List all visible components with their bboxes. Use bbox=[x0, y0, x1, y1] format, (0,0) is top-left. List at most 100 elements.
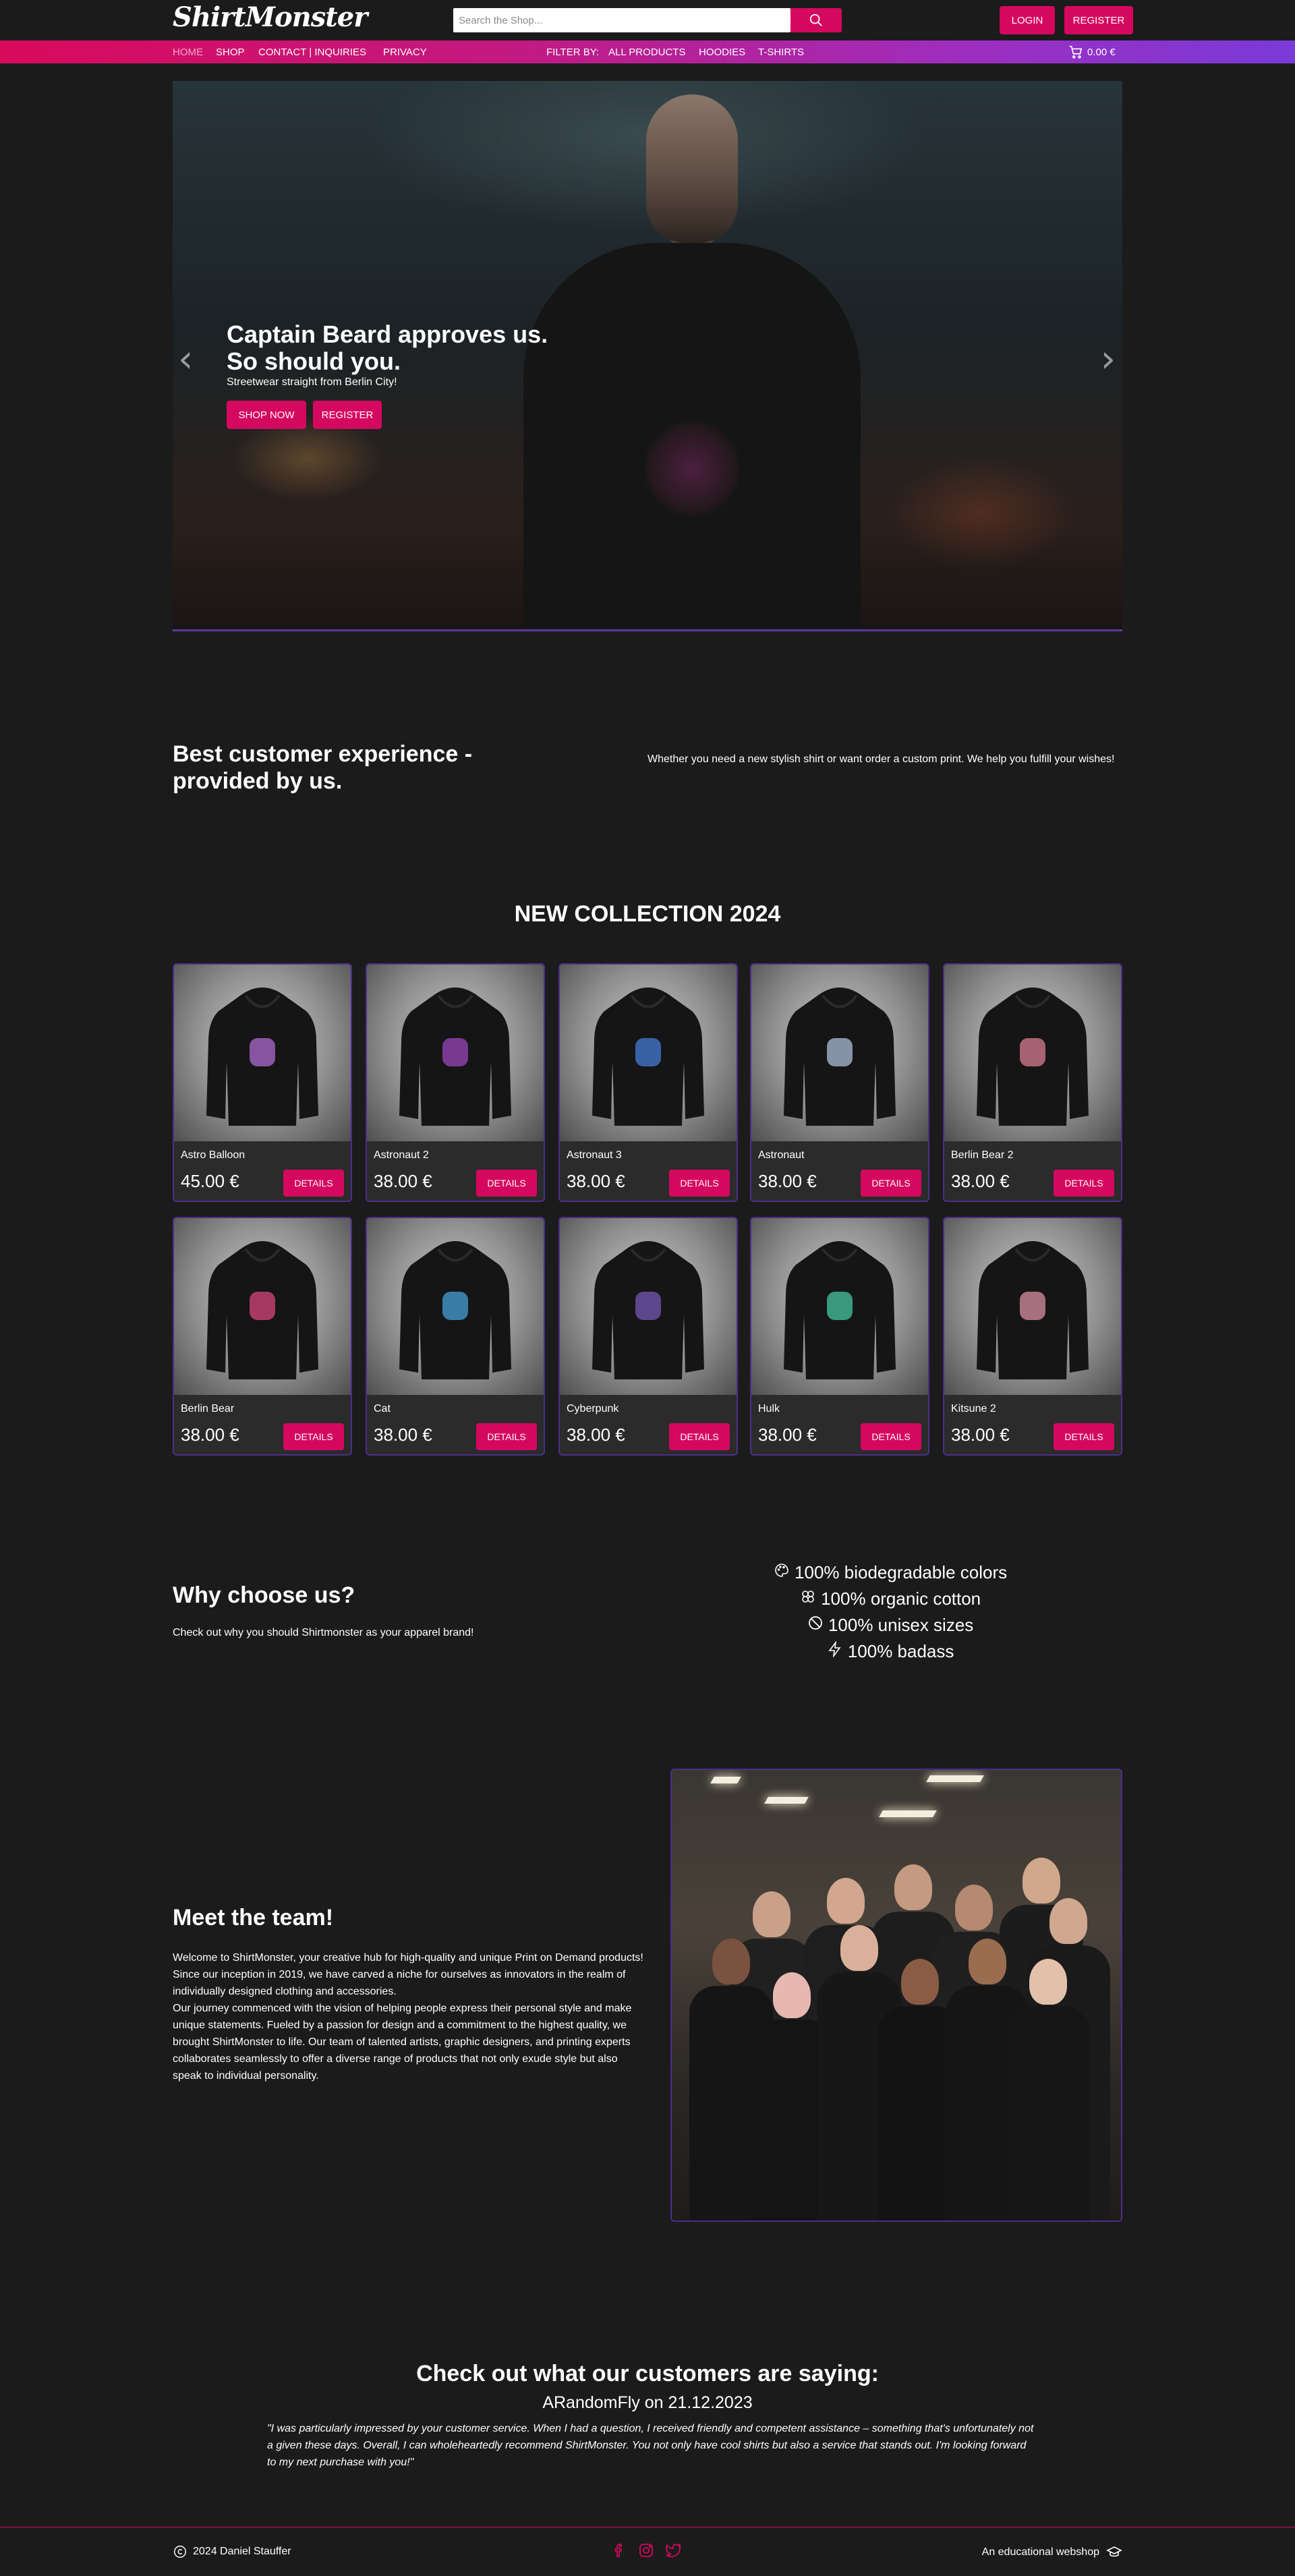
team-member bbox=[712, 1939, 750, 1984]
filter-tshirts[interactable]: T-SHIRTS bbox=[758, 47, 804, 58]
product-name[interactable]: Astronaut bbox=[758, 1149, 804, 1162]
palette-icon bbox=[775, 1564, 788, 1577]
hero-carousel: ‹ › Captain Beard approves us. So should… bbox=[173, 81, 1122, 631]
details-button[interactable]: DETAILS bbox=[861, 1170, 921, 1197]
product-price: 38.00 € bbox=[567, 1425, 625, 1445]
review-author: ARandomFly on 21.12.2023 bbox=[542, 2393, 753, 2412]
search-button[interactable] bbox=[790, 8, 842, 32]
hoodie-image bbox=[977, 1241, 1089, 1379]
product-price: 38.00 € bbox=[567, 1171, 625, 1191]
product-name[interactable]: Astronaut 2 bbox=[374, 1149, 429, 1162]
details-button[interactable]: DETAILS bbox=[283, 1423, 344, 1450]
product-card[interactable]: Astronaut 3 38.00 € DETAILS bbox=[558, 963, 738, 1202]
product-name[interactable]: Berlin Bear bbox=[181, 1403, 234, 1415]
product-card[interactable]: Astro Balloon 45.00 € DETAILS bbox=[173, 963, 352, 1202]
product-card[interactable]: Astronaut 38.00 € DETAILS bbox=[750, 963, 929, 1202]
filter-hoodies[interactable]: HOODIES bbox=[699, 47, 745, 58]
nav-contact[interactable]: CONTACT | INQUIRIES bbox=[258, 47, 366, 58]
hoodie-print bbox=[250, 1038, 275, 1066]
product-image[interactable] bbox=[751, 1218, 928, 1395]
product-price: 38.00 € bbox=[758, 1425, 817, 1445]
team-member bbox=[840, 1925, 878, 1971]
product-name[interactable]: Kitsune 2 bbox=[951, 1403, 996, 1415]
hoodie-image bbox=[399, 988, 511, 1126]
team-paragraph-2: Our journey commenced with the vision of… bbox=[173, 2003, 632, 2082]
details-button[interactable]: DETAILS bbox=[669, 1423, 730, 1450]
team-photo bbox=[670, 1769, 1122, 2222]
product-name[interactable]: Astro Balloon bbox=[181, 1149, 245, 1162]
team-member bbox=[1029, 1959, 1067, 2005]
hoodie-print bbox=[1020, 1292, 1045, 1320]
hero-subtitle: Streetwear straight from Berlin City! bbox=[227, 376, 397, 388]
product-price: 45.00 € bbox=[181, 1171, 239, 1191]
product-card[interactable]: Kitsune 2 38.00 € DETAILS bbox=[943, 1217, 1122, 1456]
product-image[interactable] bbox=[174, 965, 351, 1141]
product-card[interactable]: Astronaut 2 38.00 € DETAILS bbox=[366, 963, 545, 1202]
filter-label: FILTER BY: bbox=[546, 47, 600, 58]
team-member bbox=[955, 1885, 993, 1930]
product-card[interactable]: Hulk 38.00 € DETAILS bbox=[750, 1217, 929, 1456]
hoodie-image bbox=[206, 988, 318, 1126]
details-button[interactable]: DETAILS bbox=[669, 1170, 730, 1197]
product-name[interactable]: Cat bbox=[374, 1403, 391, 1415]
collection-title: NEW COLLECTION 2024 bbox=[514, 901, 781, 927]
product-card[interactable]: Cat 38.00 € DETAILS bbox=[366, 1217, 545, 1456]
register-button[interactable]: REGISTER bbox=[1064, 6, 1133, 34]
instagram-icon[interactable] bbox=[638, 2542, 654, 2558]
login-button[interactable]: LOGIN bbox=[1000, 6, 1055, 34]
product-name[interactable]: Berlin Bear 2 bbox=[951, 1149, 1014, 1162]
nav-privacy[interactable]: PRIVACY bbox=[383, 47, 427, 58]
team-paragraph-1: Welcome to ShirtMonster, your creative h… bbox=[173, 1952, 643, 1997]
details-button[interactable]: DETAILS bbox=[1054, 1423, 1114, 1450]
cart-icon bbox=[1069, 45, 1083, 59]
product-name[interactable]: Hulk bbox=[758, 1403, 780, 1415]
product-image[interactable] bbox=[944, 965, 1121, 1141]
hoodie-print bbox=[827, 1038, 853, 1066]
details-button[interactable]: DETAILS bbox=[1054, 1170, 1114, 1197]
product-card[interactable]: Berlin Bear 38.00 € DETAILS bbox=[173, 1217, 352, 1456]
footer-copyright: 2024 Daniel Stauffer bbox=[173, 2544, 291, 2559]
hoodie-image bbox=[399, 1241, 511, 1379]
details-button[interactable]: DETAILS bbox=[861, 1423, 921, 1450]
hero-model-head bbox=[646, 94, 738, 243]
product-image[interactable] bbox=[174, 1218, 351, 1395]
twitter-icon[interactable] bbox=[665, 2542, 681, 2558]
product-name[interactable]: Cyberpunk bbox=[567, 1403, 618, 1415]
product-image[interactable] bbox=[367, 1218, 544, 1395]
team-member-shirt bbox=[1006, 2006, 1090, 2221]
details-button[interactable]: DETAILS bbox=[283, 1170, 344, 1197]
nav-home[interactable]: HOME bbox=[173, 47, 203, 58]
hero-register-button[interactable]: REGISTER bbox=[313, 401, 382, 429]
why-point-text: 100% organic cotton bbox=[821, 1588, 981, 1609]
product-image[interactable] bbox=[367, 965, 544, 1141]
hoodie-image bbox=[592, 1241, 704, 1379]
ceiling-light bbox=[926, 1775, 984, 1782]
product-image[interactable] bbox=[560, 1218, 737, 1395]
filter-all-products[interactable]: ALL PRODUCTS bbox=[608, 47, 685, 58]
search-input[interactable] bbox=[453, 8, 790, 32]
carousel-next-icon[interactable]: › bbox=[1101, 337, 1116, 381]
details-button[interactable]: DETAILS bbox=[476, 1423, 537, 1450]
cart-button[interactable]: 0.00 € bbox=[1068, 45, 1116, 59]
shop-now-button[interactable]: SHOP NOW bbox=[227, 401, 306, 429]
cart-total: 0.00 € bbox=[1087, 46, 1116, 58]
product-card[interactable]: Berlin Bear 2 38.00 € DETAILS bbox=[943, 963, 1122, 1202]
logo[interactable]: ShirtMonster bbox=[173, 1, 368, 33]
team-member bbox=[773, 1972, 811, 2018]
product-image[interactable] bbox=[751, 965, 928, 1141]
product-card[interactable]: Cyberpunk 38.00 € DETAILS bbox=[558, 1217, 738, 1456]
why-point-text: 100% unisex sizes bbox=[828, 1615, 974, 1635]
product-name[interactable]: Astronaut 3 bbox=[567, 1149, 622, 1162]
facebook-icon[interactable] bbox=[611, 2542, 627, 2558]
why-point: 100% unisex sizes bbox=[701, 1612, 1079, 1638]
details-button[interactable]: DETAILS bbox=[476, 1170, 537, 1197]
product-price: 38.00 € bbox=[374, 1425, 432, 1445]
best-text: Whether you need a new stylish shirt or … bbox=[648, 753, 1115, 765]
nav-shop[interactable]: SHOP bbox=[216, 47, 245, 58]
product-image[interactable] bbox=[944, 1218, 1121, 1395]
product-image[interactable] bbox=[560, 965, 737, 1141]
product-price: 38.00 € bbox=[181, 1425, 239, 1445]
hoodie-image bbox=[206, 1241, 318, 1379]
ceiling-light bbox=[710, 1777, 741, 1783]
carousel-prev-icon[interactable]: ‹ bbox=[178, 337, 193, 381]
